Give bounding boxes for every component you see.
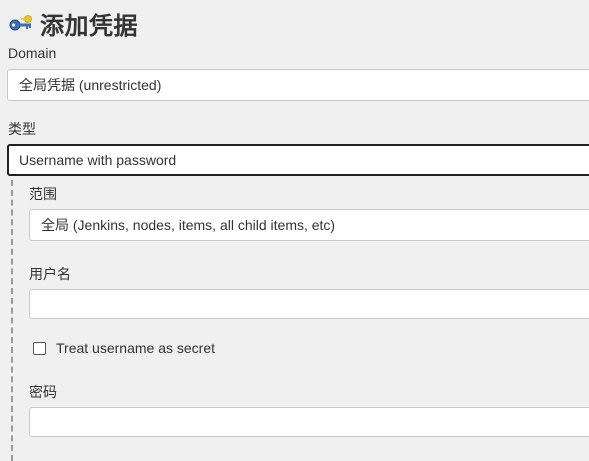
password-input[interactable]	[29, 407, 589, 437]
password-label: 密码	[29, 384, 57, 400]
treat-username-secret-checkbox[interactable]	[33, 341, 46, 355]
domain-select[interactable]: 全局凭据 (unrestricted)	[7, 69, 589, 101]
username-input[interactable]	[29, 289, 589, 319]
username-label: 用户名	[29, 266, 71, 282]
scope-select[interactable]: 全局 (Jenkins, nodes, items, all child ite…	[29, 209, 589, 241]
page-header: 添加凭据	[8, 6, 138, 40]
credentials-form-page: 添加凭据 Domain 全局凭据 (unrestricted) 类型 Usern…	[0, 0, 589, 461]
kind-select[interactable]: Username with password	[7, 144, 589, 176]
treat-username-secret-row[interactable]: Treat username as secret	[33, 340, 215, 356]
page-title: 添加凭据	[40, 11, 138, 40]
domain-label: Domain	[8, 45, 57, 61]
key-icon	[8, 13, 34, 33]
scope-label: 范围	[29, 186, 57, 202]
kind-label: 类型	[8, 121, 36, 137]
treat-username-secret-label: Treat username as secret	[56, 340, 215, 356]
nested-section-divider	[11, 180, 13, 461]
